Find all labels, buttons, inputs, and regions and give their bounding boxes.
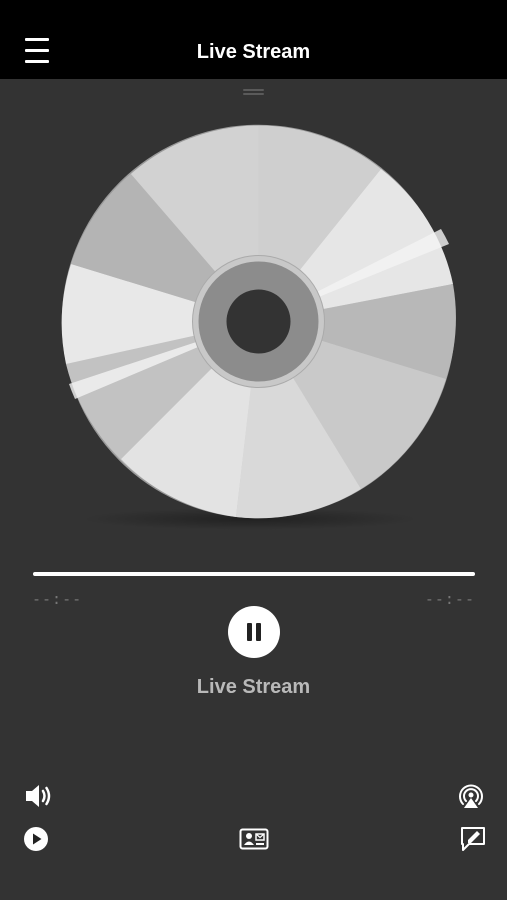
album-artwork-disc (61, 124, 456, 519)
pause-icon (256, 623, 261, 641)
remaining-time: --:-- (424, 590, 475, 608)
drag-handle[interactable] (243, 89, 264, 97)
progress-bar[interactable] (33, 572, 475, 576)
play-button[interactable] (23, 826, 49, 852)
cd-disc-icon (61, 124, 456, 519)
message-edit-button[interactable] (459, 825, 487, 853)
volume-button[interactable] (24, 782, 54, 810)
page-title: Live Stream (196, 41, 311, 63)
top-bar: Live Stream (0, 0, 507, 79)
airplay-icon (459, 784, 483, 808)
pause-button[interactable] (228, 606, 280, 658)
contact-card-button[interactable] (239, 826, 269, 852)
pause-icon (247, 623, 252, 641)
play-circle-icon (24, 827, 48, 851)
message-edit-icon (461, 827, 485, 851)
volume-icon (26, 785, 51, 807)
track-title: Live Stream (196, 676, 311, 698)
airplay-button[interactable] (455, 780, 487, 812)
contact-card-icon (239, 828, 269, 850)
elapsed-time: --:-- (32, 590, 83, 608)
